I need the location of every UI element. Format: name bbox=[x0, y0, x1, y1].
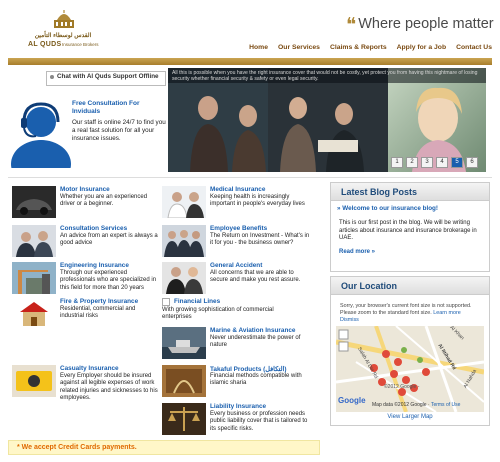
slide-page-3[interactable]: 3 bbox=[421, 157, 433, 168]
service-desc: Whether you are an experienced driver or… bbox=[60, 194, 148, 208]
map-terms-link[interactable]: Terms of Use bbox=[431, 402, 460, 408]
service-desc: Every business or profession needs publi… bbox=[210, 411, 308, 432]
service-title[interactable]: Employee Benefits bbox=[210, 225, 267, 232]
nav-contact-us[interactable]: Contact Us bbox=[456, 44, 492, 51]
map-data-credit: Map data ©2012 Google · bbox=[372, 402, 430, 408]
medical-insurance-image bbox=[162, 186, 206, 218]
service-title[interactable]: Takaful Products (التكافل) bbox=[210, 365, 286, 373]
section-divider bbox=[8, 177, 492, 178]
service-medical[interactable]: Medical Insurance Keeping health is incr… bbox=[162, 186, 305, 226]
service-general-accident[interactable]: General Accident All concerns that we ar… bbox=[162, 262, 304, 302]
google-map[interactable]: Sorry, your browser's current font size … bbox=[336, 302, 484, 412]
nav-apply-job[interactable]: Apply for a Job bbox=[397, 44, 446, 51]
service-title[interactable]: Marine & Aviation Insurance bbox=[210, 327, 295, 334]
service-title[interactable]: Motor Insurance bbox=[60, 186, 110, 193]
consultation-text: Our staff is online 24/7 to find you a r… bbox=[72, 119, 166, 142]
brand-arabic-name: القدس لوسطاء التأمين bbox=[34, 33, 92, 39]
view-larger-map-link[interactable]: View Larger Map bbox=[330, 414, 490, 420]
broken-image-icon bbox=[162, 298, 170, 306]
service-liability[interactable]: Liability Insurance Every business or pr… bbox=[162, 403, 307, 439]
service-title[interactable]: Engineering Insurance bbox=[60, 262, 129, 269]
slide-caption: All this is possible when you have the r… bbox=[168, 68, 486, 83]
service-financial-lines[interactable]: Financial Lines With growing sophisticat… bbox=[162, 298, 304, 326]
status-dot-icon bbox=[50, 75, 54, 79]
slide-page-6[interactable]: 6 bbox=[466, 157, 478, 168]
slide-page-1[interactable]: 1 bbox=[391, 157, 403, 168]
chat-label: Chat with Al Quds Support Offline bbox=[57, 73, 159, 80]
service-fire-property[interactable]: Fire & Property Insurance Residential, c… bbox=[12, 298, 154, 338]
service-marine-aviation[interactable]: Marine & Aviation Insurance Never undere… bbox=[162, 327, 304, 367]
service-takaful[interactable]: Takaful Products (التكافل) Financial met… bbox=[162, 365, 304, 405]
general-accident-image bbox=[162, 262, 206, 294]
slide-page-2[interactable]: 2 bbox=[406, 157, 418, 168]
brand-subtitle: Insurance Brokers bbox=[62, 42, 99, 47]
service-desc: Keeping health is increasingly important… bbox=[210, 194, 305, 208]
service-title[interactable]: Casualty Insurance bbox=[60, 365, 119, 372]
service-title[interactable]: Medical Insurance bbox=[210, 186, 265, 193]
service-title[interactable]: Liability Insurance bbox=[210, 403, 266, 410]
service-title[interactable]: Fire & Property Insurance bbox=[60, 298, 138, 305]
dismiss-link[interactable]: Dismiss bbox=[340, 317, 359, 323]
service-title[interactable]: General Accident bbox=[210, 262, 262, 269]
service-desc: Every Employer should be insured against… bbox=[60, 373, 158, 401]
blog-post-link[interactable]: » Welcome to our insurance blog! bbox=[331, 201, 489, 212]
service-desc: Never underestimate the power of nature bbox=[210, 335, 301, 349]
service-desc: All concerns that we are able to secure … bbox=[210, 270, 301, 284]
main-nav: Home Our Services Claims & Reports Apply… bbox=[249, 44, 492, 51]
dome-of-the-rock-icon bbox=[54, 10, 74, 28]
blog-header: Latest Blog Posts bbox=[331, 183, 489, 201]
casualty-insurance-image bbox=[12, 365, 56, 397]
marine-aviation-image bbox=[162, 327, 206, 359]
service-casualty[interactable]: Casualty Insurance Every Employer should… bbox=[12, 365, 158, 411]
engineering-insurance-image bbox=[12, 262, 56, 294]
takaful-products-image bbox=[162, 365, 206, 397]
support-agent-icon bbox=[11, 102, 71, 168]
service-desc: Financial methods compatible with islami… bbox=[210, 373, 302, 387]
fire-property-image bbox=[12, 298, 56, 330]
service-consultation[interactable]: Consultation Services An advice from an … bbox=[12, 225, 158, 265]
blog-panel: Latest Blog Posts » Welcome to our insur… bbox=[330, 182, 490, 272]
nav-home[interactable]: Home bbox=[249, 44, 268, 51]
slide-page-5[interactable]: 5 bbox=[451, 157, 463, 168]
consultation-services-image bbox=[12, 225, 56, 257]
employee-benefits-image bbox=[162, 225, 206, 257]
hero-slideshow[interactable]: All this is possible when you have the r… bbox=[168, 68, 486, 172]
service-desc: With growing sophistication of commercia… bbox=[162, 307, 274, 321]
map-font-notice: Sorry, your browser's current font size … bbox=[336, 302, 484, 326]
consultation-title[interactable]: Free Consultation For Inviduals bbox=[72, 100, 168, 116]
service-employee-benefits[interactable]: Employee Benefits The Return on Investme… bbox=[162, 225, 309, 265]
chat-widget[interactable]: Chat with Al Quds Support Offline bbox=[46, 71, 166, 86]
service-desc: Through our experienced professionals wh… bbox=[60, 270, 157, 291]
google-logo: Google bbox=[338, 396, 366, 405]
quote-mark-icon: ❝ bbox=[346, 15, 357, 36]
slide-page-4[interactable]: 4 bbox=[436, 157, 448, 168]
service-desc: The Return on Investment - What's in it … bbox=[210, 233, 310, 247]
nav-our-services[interactable]: Our Services bbox=[278, 44, 320, 51]
read-more-link[interactable]: Read more » bbox=[331, 243, 489, 255]
credit-card-notice: * We accept Credit Cards payments. bbox=[8, 440, 320, 455]
tagline: ❝ Where people matter bbox=[346, 14, 494, 37]
map-footer: Map data ©2012 Google · Terms of Use bbox=[372, 402, 460, 408]
slide-pager: 1 2 3 4 5 6 bbox=[391, 157, 478, 168]
liability-insurance-image bbox=[162, 403, 206, 435]
service-title[interactable]: Consultation Services bbox=[60, 225, 127, 232]
logo[interactable]: القدس لوسطاء التأمين AL QUDS Insurance B… bbox=[26, 10, 100, 58]
location-header: Our Location bbox=[331, 277, 489, 295]
brand-name: AL QUDS bbox=[28, 41, 62, 48]
blog-post-excerpt: This is our first post in the blog. We w… bbox=[339, 220, 477, 241]
header-divider bbox=[8, 58, 492, 65]
motor-insurance-image bbox=[12, 186, 56, 218]
service-title[interactable]: Financial Lines bbox=[174, 298, 220, 305]
nav-claims-reports[interactable]: Claims & Reports bbox=[330, 44, 387, 51]
service-desc: An advice from an expert is always a goo… bbox=[60, 233, 158, 247]
service-desc: Residential, commercial and industrial r… bbox=[60, 306, 136, 320]
service-motor[interactable]: Motor Insurance Whether you are an exper… bbox=[12, 186, 154, 226]
tagline-text: Where people matter bbox=[358, 16, 494, 32]
map-copyright: ©2012 Google - bbox=[384, 384, 420, 390]
learn-more-link[interactable]: Learn more bbox=[433, 310, 461, 316]
